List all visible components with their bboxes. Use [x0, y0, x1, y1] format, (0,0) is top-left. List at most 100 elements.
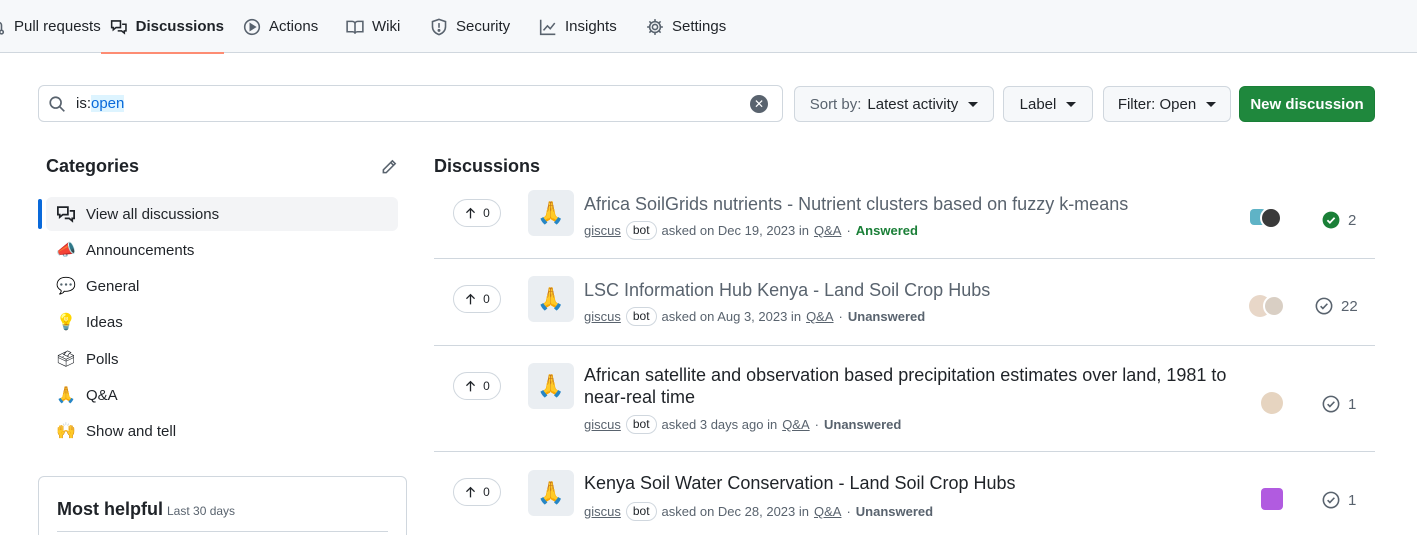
upvote-button[interactable]: 0: [453, 199, 501, 227]
separator: ·: [846, 223, 851, 238]
status-badge: Answered: [855, 223, 918, 238]
category-emoji: 🙏: [528, 470, 574, 516]
search-icon: [49, 95, 65, 112]
comment-discussion-icon: [110, 19, 127, 35]
tab-discussions[interactable]: Discussions: [101, 0, 224, 54]
discussion-title-link[interactable]: LSC Information Hub Kenya - Land Soil Cr…: [584, 279, 1234, 301]
category-link[interactable]: Q&A: [814, 223, 841, 238]
tab-label: Actions: [269, 18, 319, 35]
sidebar-item-label: Show and tell: [86, 422, 177, 440]
pencil-icon[interactable]: [380, 158, 398, 176]
chevron-down-icon: [968, 101, 979, 107]
upvote-button[interactable]: 0: [453, 372, 501, 400]
sort-value: Latest activity: [867, 95, 959, 113]
bot-badge: bot: [625, 502, 657, 521]
bot-badge: bot: [625, 221, 657, 240]
chevron-down-icon: [1206, 101, 1217, 107]
tab-security[interactable]: Security: [430, 0, 510, 53]
asked-text: asked on Dec 28, 2023 in: [661, 504, 809, 519]
avatar[interactable]: [1261, 488, 1283, 510]
pray-icon: 🙏: [537, 200, 565, 225]
speech-balloon-icon: 💬: [56, 278, 76, 295]
status-badge: Unanswered: [847, 309, 926, 324]
bot-badge: bot: [625, 307, 657, 326]
book-icon: [346, 20, 364, 34]
sidebar-item-polls[interactable]: 🗳 Polls: [46, 342, 398, 376]
sidebar-item-qa[interactable]: 🙏 Q&A: [46, 378, 398, 412]
discussion-title-link[interactable]: Kenya Soil Water Conservation - Land Soi…: [584, 472, 1234, 494]
comment-count: 22: [1315, 297, 1358, 315]
category-emoji: 🙏: [528, 276, 574, 322]
author-link[interactable]: giscus: [584, 417, 621, 432]
tab-actions[interactable]: Actions: [243, 0, 318, 53]
discussion-row: 0 🙏 LSC Information Hub Kenya - Land Soi…: [434, 259, 1375, 346]
comment-count-value: 22: [1341, 297, 1358, 315]
bot-badge: bot: [625, 415, 657, 434]
sidebar-item-label: General: [86, 277, 140, 295]
tab-label: Pull requests: [14, 18, 101, 35]
comment-count-value: 1: [1348, 395, 1357, 413]
discussion-title-link[interactable]: African satellite and observation based …: [584, 364, 1234, 408]
tab-label: Discussions: [135, 18, 224, 35]
author-link[interactable]: giscus: [584, 504, 621, 519]
avatar[interactable]: [1261, 392, 1283, 414]
tab-label: Settings: [672, 18, 727, 35]
pray-icon: 🙏: [56, 387, 76, 404]
upvote-button[interactable]: 0: [453, 478, 501, 506]
category-emoji: 🙏: [528, 363, 574, 409]
asked-text: asked 3 days ago in: [661, 417, 778, 432]
pray-icon: 🙏: [537, 286, 565, 311]
discussion-row: 0 🙏 African satellite and observation ba…: [434, 346, 1375, 452]
tab-settings[interactable]: Settings: [646, 0, 726, 53]
category-link[interactable]: Q&A: [782, 417, 809, 432]
pray-icon: 🙏: [537, 480, 565, 505]
discussion-meta: giscus bot asked on Aug 3, 2023 in Q&A ·…: [584, 307, 925, 326]
author-link[interactable]: giscus: [584, 223, 621, 238]
author-link[interactable]: giscus: [584, 309, 621, 324]
label-filter-button[interactable]: Label: [1003, 86, 1093, 122]
clear-search-icon[interactable]: ✕: [750, 95, 768, 113]
discussion-search-input[interactable]: is:open ✕: [38, 85, 783, 122]
chevron-down-icon: [1066, 101, 1077, 107]
sidebar-item-label: Q&A: [86, 386, 118, 404]
active-marker: [38, 199, 42, 229]
comment-count-value: 1: [1348, 491, 1357, 509]
comment-discussion-icon: [57, 206, 75, 223]
sidebar-item-announcements[interactable]: 📣 Announcements: [46, 233, 398, 267]
discussion-row: 0 🙏 Africa SoilGrids nutrients - Nutrien…: [434, 183, 1375, 259]
sort-button[interactable]: Sort by: Latest activity: [794, 86, 994, 122]
most-helpful-heading: Most helpful: [57, 499, 163, 519]
categories-heading: Categories: [46, 156, 140, 176]
tab-insights[interactable]: Insights: [539, 0, 617, 53]
check-circle-icon: [1315, 297, 1333, 315]
sidebar-item-view-all[interactable]: View all discussions: [38, 197, 398, 231]
separator: ·: [846, 504, 851, 519]
category-link[interactable]: Q&A: [814, 504, 841, 519]
sidebar-item-label: View all discussions: [86, 205, 220, 223]
comment-count: 2: [1322, 211, 1356, 229]
play-icon: [243, 18, 261, 35]
sidebar-item-general[interactable]: 💬 General: [46, 269, 398, 303]
megaphone-icon: 📣: [56, 242, 76, 259]
sidebar-item-show-and-tell[interactable]: 🙌 Show and tell: [46, 414, 398, 448]
category-link[interactable]: Q&A: [806, 309, 833, 324]
graph-icon: [539, 19, 556, 35]
ballot-box-icon: 🗳: [55, 351, 77, 368]
search-value: open: [91, 95, 125, 112]
sidebar-item-ideas[interactable]: 💡 Ideas: [46, 305, 398, 339]
discussion-title-link[interactable]: Africa SoilGrids nutrients - Nutrient cl…: [584, 193, 1234, 215]
status-filter-button[interactable]: Filter: Open: [1103, 86, 1231, 122]
discussions-heading: Discussions: [434, 156, 541, 176]
most-helpful-panel: Most helpful Last 30 days: [38, 476, 407, 535]
most-helpful-period: Last 30 days: [167, 504, 236, 518]
tab-pull-requests[interactable]: Pull requests: [0, 0, 101, 53]
avatar[interactable]: [1263, 295, 1285, 317]
tab-label: Security: [456, 18, 511, 35]
search-prefix: is:: [76, 95, 91, 112]
vote-count: 0: [483, 485, 490, 499]
upvote-button[interactable]: 0: [453, 285, 501, 313]
avatar[interactable]: [1260, 207, 1282, 229]
label-filter-label: Label: [1019, 95, 1057, 113]
tab-wiki[interactable]: Wiki: [346, 0, 400, 53]
new-discussion-button[interactable]: New discussion: [1239, 86, 1375, 122]
